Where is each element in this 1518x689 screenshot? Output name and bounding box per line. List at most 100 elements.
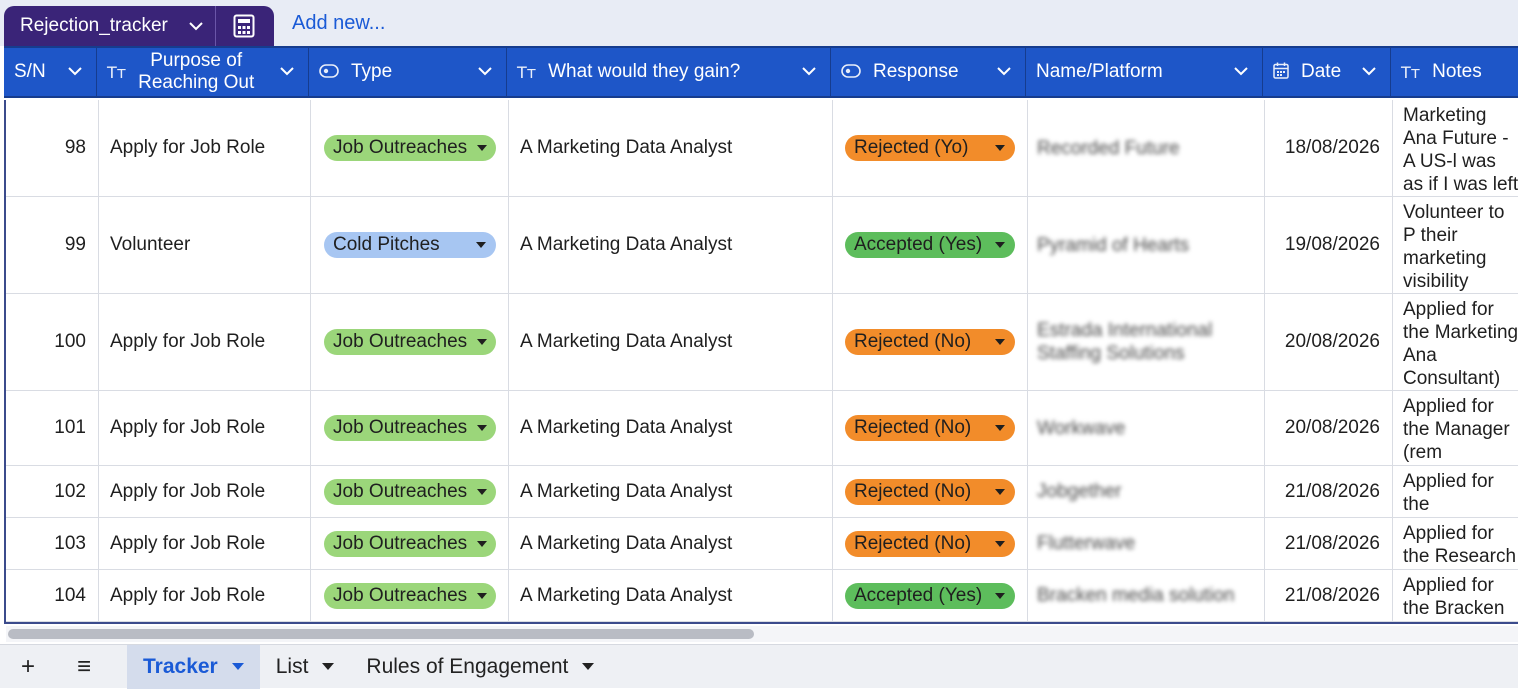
cell-response[interactable]: Rejected (No) [833,466,1028,517]
cell-name-platform[interactable]: Estrada International Staffing Solutions [1028,294,1265,390]
cell-notes[interactable]: Volunteer to P their marketing visibilit… [1393,197,1518,293]
caret-down-icon[interactable] [995,145,1005,151]
column-header-gain[interactable]: Tт What would they gain? [507,48,831,96]
chevron-down-icon[interactable] [997,67,1011,77]
cell-gain[interactable]: A Marketing Data Analyst [509,391,833,465]
table-row[interactable]: 103 Apply for Job Role Job Outreaches A Mar… [6,518,1518,570]
cell-date[interactable]: 21/08/2026 [1265,570,1393,621]
table-row[interactable]: 102 Apply for Job Role Job Outreaches A Mar… [6,466,1518,518]
caret-down-icon[interactable] [477,145,488,151]
chevron-down-icon[interactable] [280,67,294,77]
type-select-pill[interactable]: Job Outreaches [324,582,496,609]
tab-tracker[interactable]: Tracker [127,644,260,689]
cell-gain[interactable]: A Marketing Data Analyst [509,570,833,621]
cell-gain[interactable]: A Marketing Data Analyst [509,197,833,293]
cell-response[interactable]: Rejected (Yo) [833,100,1028,196]
scrollbar-thumb[interactable] [8,629,754,639]
caret-down-icon[interactable] [476,242,486,248]
cell-sn[interactable]: 104 [6,570,99,621]
cell-type[interactable]: Job Outreaches [311,294,509,390]
cell-purpose[interactable]: Apply for Job Role [99,294,311,390]
cell-name-platform[interactable]: Pyramid of Hearts [1028,197,1265,293]
table-row[interactable]: 98 Apply for Job Role Job Outreaches A Mark… [6,100,1518,197]
response-select-pill[interactable]: Accepted (Yes) [845,232,1015,258]
cell-response[interactable]: Accepted (Yes) [833,197,1028,293]
cell-type[interactable]: Job Outreaches [311,391,509,465]
cell-notes[interactable]: Marketing Ana Future - A US-l was as if … [1393,100,1518,196]
type-select-pill[interactable]: Job Outreaches [324,135,496,161]
tab-list[interactable]: List [260,645,351,689]
cell-name-platform[interactable]: Bracken media solution [1028,570,1265,621]
cell-purpose[interactable]: Apply for Job Role [99,391,311,465]
cell-notes[interactable]: Applied for the Marketing Ana Consultant… [1393,294,1518,390]
response-select-pill[interactable]: Rejected (Yo) [845,135,1015,161]
caret-down-icon[interactable] [477,339,488,345]
cell-notes[interactable]: Applied for the Bracken media [1393,570,1518,621]
caret-down-icon[interactable] [477,540,488,547]
cell-notes[interactable]: Applied for the Generation Ma [1393,466,1518,517]
caret-down-icon[interactable] [995,592,1005,599]
type-select-pill[interactable]: Job Outreaches [324,329,496,355]
table-row[interactable]: 99 Volunteer Cold Pitches A Marketing Data … [6,197,1518,294]
cell-type[interactable]: Cold Pitches [311,197,509,293]
column-header-notes[interactable]: Tт Notes [1391,48,1518,96]
cell-type[interactable]: Job Outreaches [311,518,509,569]
cell-name-platform[interactable]: Flutterwave [1028,518,1265,569]
cell-purpose[interactable]: Apply for Job Role [99,570,311,621]
cell-response[interactable]: Rejected (No) [833,294,1028,390]
table-row[interactable]: 101 Apply for Job Role Job Outreaches A Mar… [6,391,1518,466]
cell-notes[interactable]: Applied for the Research Spec [1393,518,1518,569]
cell-gain[interactable]: A Marketing Data Analyst [509,518,833,569]
response-select-pill[interactable]: Rejected (No) [845,478,1015,505]
records-grid[interactable]: 98 Apply for Job Role Job Outreaches A Mark… [4,100,1518,624]
caret-down-icon[interactable] [582,663,595,670]
table-selector[interactable]: Rejection_tracker [4,6,274,46]
caret-down-icon[interactable] [995,540,1005,547]
cell-sn[interactable]: 103 [6,518,99,569]
cell-name-platform[interactable]: Workwave [1028,391,1265,465]
cell-response[interactable]: Accepted (Yes) [833,570,1028,621]
type-select-pill[interactable]: Cold Pitches [324,232,496,258]
cell-date[interactable]: 20/08/2026 [1265,391,1393,465]
caret-down-icon[interactable] [477,425,488,431]
add-new-record-button[interactable]: Add new... [292,12,385,35]
cell-purpose[interactable]: Apply for Job Role [99,518,311,569]
cell-name-platform[interactable]: Jobgether [1028,466,1265,517]
caret-down-icon[interactable] [477,592,488,599]
tab-rules-of-engagement[interactable]: Rules of Engagement [350,645,610,689]
cell-sn[interactable]: 99 [6,197,99,293]
cell-date[interactable]: 18/08/2026 [1265,100,1393,196]
cell-purpose[interactable]: Volunteer [99,197,311,293]
chevron-down-icon[interactable] [802,67,816,77]
table-row[interactable]: 104 Apply for Job Role Job Outreaches A Mar… [6,570,1518,622]
calculator-icon[interactable] [216,6,272,46]
cell-date[interactable]: 21/08/2026 [1265,518,1393,569]
chevron-down-icon[interactable] [1234,67,1248,77]
table-row[interactable]: 100 Apply for Job Role Job Outreaches A Mar… [6,294,1518,391]
column-header-name-platform[interactable]: Name/Platform [1026,48,1263,96]
views-menu-icon[interactable]: ≡ [56,645,112,689]
cell-gain[interactable]: A Marketing Data Analyst [509,466,833,517]
column-header-purpose[interactable]: Tт Purpose of Reaching Out [97,48,309,96]
caret-down-icon[interactable] [995,339,1005,345]
caret-down-icon[interactable] [477,488,488,495]
cell-sn[interactable]: 102 [6,466,99,517]
cell-sn[interactable]: 101 [6,391,99,465]
caret-down-icon[interactable] [995,242,1005,248]
chevron-down-icon[interactable] [1362,67,1376,77]
cell-purpose[interactable]: Apply for Job Role [99,466,311,517]
cell-type[interactable]: Job Outreaches [311,570,509,621]
type-select-pill[interactable]: Job Outreaches [324,415,496,441]
response-select-pill[interactable]: Accepted (Yes) [845,582,1015,609]
response-select-pill[interactable]: Rejected (No) [845,329,1015,355]
cell-name-platform[interactable]: Recorded Future [1028,100,1265,196]
horizontal-scrollbar[interactable] [6,626,1518,642]
cell-date[interactable]: 19/08/2026 [1265,197,1393,293]
cell-response[interactable]: Rejected (No) [833,391,1028,465]
cell-gain[interactable]: A Marketing Data Analyst [509,294,833,390]
column-header-type[interactable]: Type [309,48,507,96]
chevron-down-icon[interactable] [478,67,492,77]
cell-type[interactable]: Job Outreaches [311,100,509,196]
add-view-button[interactable]: + [0,645,56,689]
response-select-pill[interactable]: Rejected (No) [845,530,1015,557]
